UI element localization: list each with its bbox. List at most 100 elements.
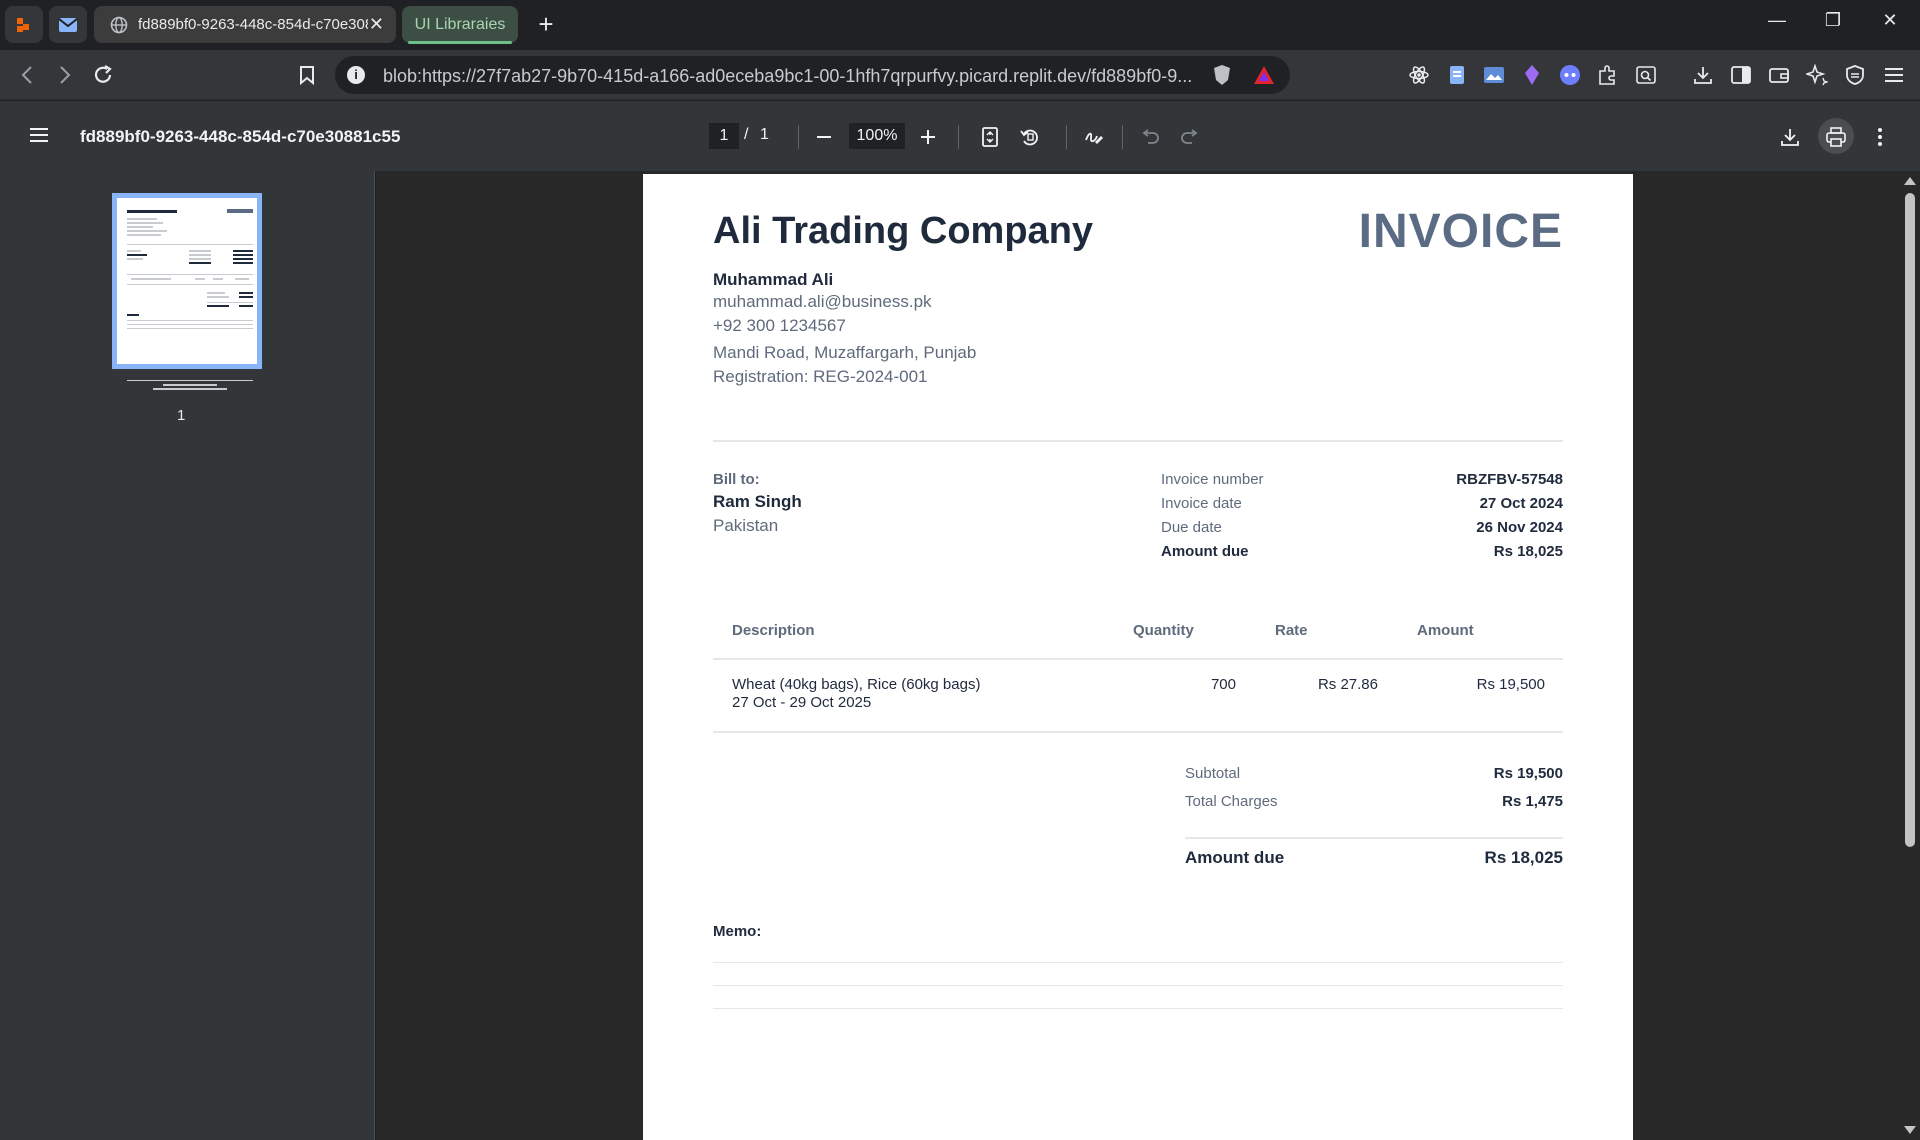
mail-icon xyxy=(58,17,78,32)
item-description: Wheat (40kg bags), Rice (60kg bags) xyxy=(732,676,981,693)
rotate-icon[interactable] xyxy=(1016,123,1044,151)
docs-extension-icon[interactable] xyxy=(1445,63,1469,87)
invoice-title: INVOICE xyxy=(1358,205,1563,258)
back-icon[interactable] xyxy=(12,60,42,90)
sidebar-toggle-icon[interactable] xyxy=(1729,63,1753,87)
pdf-viewport[interactable]: Ali Trading Company INVOICE Muhammad Ali… xyxy=(376,171,1900,1140)
print-icon[interactable] xyxy=(1822,123,1850,151)
brave-shield-icon[interactable] xyxy=(1210,63,1234,87)
due-date-value: 26 Nov 2024 xyxy=(1476,519,1563,536)
pdf-toolbar: fd889bf0-9263-448c-854d-c70e30881c55 1 /… xyxy=(0,101,1920,171)
app-logo-icon xyxy=(17,17,29,32)
toolbar-divider xyxy=(1066,125,1067,149)
zoom-level-input[interactable]: 100% xyxy=(849,123,905,149)
zoom-out-button[interactable] xyxy=(810,123,838,151)
vpn-shield-icon[interactable] xyxy=(1843,63,1867,87)
bookmark-icon[interactable] xyxy=(292,60,322,90)
more-options-icon[interactable] xyxy=(1866,123,1894,151)
image-extension-icon[interactable] xyxy=(1482,63,1506,87)
memo-line xyxy=(713,962,1563,963)
react-devtools-icon[interactable] xyxy=(1407,63,1431,87)
toolbar-divider xyxy=(958,125,959,149)
fit-page-icon[interactable] xyxy=(976,123,1004,151)
total-amount-due-label: Amount due xyxy=(1185,848,1285,867)
pdf-menu-icon[interactable] xyxy=(28,125,52,145)
tab-active-pdf[interactable]: fd889bf0-9263-448c-854d-c70e30881c55 ✕ xyxy=(94,6,396,43)
close-tab-icon[interactable]: ✕ xyxy=(369,15,384,33)
navigation-bar: i blob:https://27f7ab27-9b70-415d-a166-a… xyxy=(0,50,1920,100)
leo-ai-icon[interactable] xyxy=(1805,63,1829,87)
thumbnail-page-number: 1 xyxy=(177,407,186,424)
toolbar-divider xyxy=(798,125,799,149)
brave-rewards-icon[interactable] xyxy=(1252,63,1276,87)
bill-to-label: Bill to: xyxy=(713,471,760,488)
column-header-rate: Rate xyxy=(1275,622,1308,639)
forward-icon[interactable] xyxy=(50,60,80,90)
table-header-divider xyxy=(713,658,1563,660)
restore-icon[interactable]: ❐ xyxy=(1818,10,1848,31)
pinned-tab-app[interactable] xyxy=(5,6,43,43)
amount-due-value: Rs 18,025 xyxy=(1493,543,1563,560)
thumbnail-preview xyxy=(123,204,253,390)
memo-line xyxy=(713,985,1563,986)
redo-icon[interactable] xyxy=(1176,123,1204,151)
extensions-puzzle-icon[interactable] xyxy=(1596,63,1620,87)
document-title: fd889bf0-9263-448c-854d-c70e30881c55 xyxy=(80,127,401,146)
minimize-icon[interactable]: — xyxy=(1762,10,1792,31)
zoom-in-button[interactable] xyxy=(914,123,942,151)
globe-icon xyxy=(110,16,128,33)
subtotal-value: Rs 19,500 xyxy=(1493,765,1563,782)
item-quantity: 700 xyxy=(1210,676,1236,693)
scroll-up-arrow[interactable] xyxy=(1904,177,1916,185)
wallet-icon[interactable] xyxy=(1767,63,1791,87)
draw-annotate-icon[interactable] xyxy=(1080,123,1108,151)
browser-menu-icon[interactable] xyxy=(1882,63,1906,87)
site-info-icon[interactable]: i xyxy=(347,66,365,84)
tab-group-ui-libraries[interactable]: UI Libraraies xyxy=(402,6,518,44)
amount-due-label: Amount due xyxy=(1161,543,1249,560)
totals-divider xyxy=(1185,837,1563,839)
subtotal-label: Subtotal xyxy=(1185,765,1241,782)
vertical-scrollbar[interactable] xyxy=(1900,171,1920,1140)
bot-extension-icon[interactable] xyxy=(1558,63,1582,87)
pinned-tab-gmail[interactable] xyxy=(49,6,87,43)
tab-title: fd889bf0-9263-448c-854d-c70e30881c55 xyxy=(138,16,368,33)
owner-address: Mandi Road, Muzaffargarh, Punjab xyxy=(713,343,977,362)
tab-group-label: UI Libraraies xyxy=(414,15,506,33)
invoice-number-label: Invoice number xyxy=(1161,471,1264,488)
page-thumbnail[interactable] xyxy=(112,193,262,390)
client-name: Ram Singh xyxy=(713,492,802,511)
owner-name: Muhammad Ali xyxy=(713,270,834,289)
search-page-icon[interactable] xyxy=(1634,63,1658,87)
address-bar[interactable]: i blob:https://27f7ab27-9b70-415d-a166-a… xyxy=(335,56,1290,94)
pdf-page: Ali Trading Company INVOICE Muhammad Ali… xyxy=(643,174,1633,1140)
owner-email: muhammad.ali@business.pk xyxy=(713,292,932,311)
page-total: 1 xyxy=(760,126,769,143)
invoice-number-value: RBZFBV-57548 xyxy=(1456,471,1563,488)
page-separator: / xyxy=(744,126,749,143)
memo-line xyxy=(713,1008,1563,1009)
thumbnail-sidebar: 1 xyxy=(0,171,375,1140)
divider xyxy=(713,440,1563,442)
close-window-icon[interactable]: ✕ xyxy=(1875,10,1905,31)
scroll-down-arrow[interactable] xyxy=(1904,1126,1916,1134)
page-number-input[interactable]: 1 xyxy=(709,123,739,149)
undo-icon[interactable] xyxy=(1136,123,1164,151)
invoice-date-value: 27 Oct 2024 xyxy=(1479,495,1563,512)
toolbar-divider xyxy=(1122,125,1123,149)
scrollbar-thumb[interactable] xyxy=(1905,193,1915,847)
url-text: blob:https://27f7ab27-9b70-415d-a166-ad0… xyxy=(383,66,1193,86)
item-period: 27 Oct - 29 Oct 2025 xyxy=(732,694,872,711)
column-header-amount: Amount xyxy=(1417,622,1474,639)
download-icon[interactable] xyxy=(1776,123,1804,151)
item-rate: Rs 27.86 xyxy=(1317,676,1378,693)
reload-icon[interactable] xyxy=(88,60,118,90)
crystal-extension-icon[interactable] xyxy=(1520,63,1544,87)
column-header-description: Description xyxy=(732,622,815,639)
downloads-icon[interactable] xyxy=(1691,63,1715,87)
client-country: Pakistan xyxy=(713,516,779,535)
new-tab-button[interactable]: + xyxy=(532,10,560,38)
invoice-date-label: Invoice date xyxy=(1161,495,1242,512)
total-amount-due-value: Rs 18,025 xyxy=(1484,848,1563,867)
column-header-quantity: Quantity xyxy=(1133,622,1194,639)
